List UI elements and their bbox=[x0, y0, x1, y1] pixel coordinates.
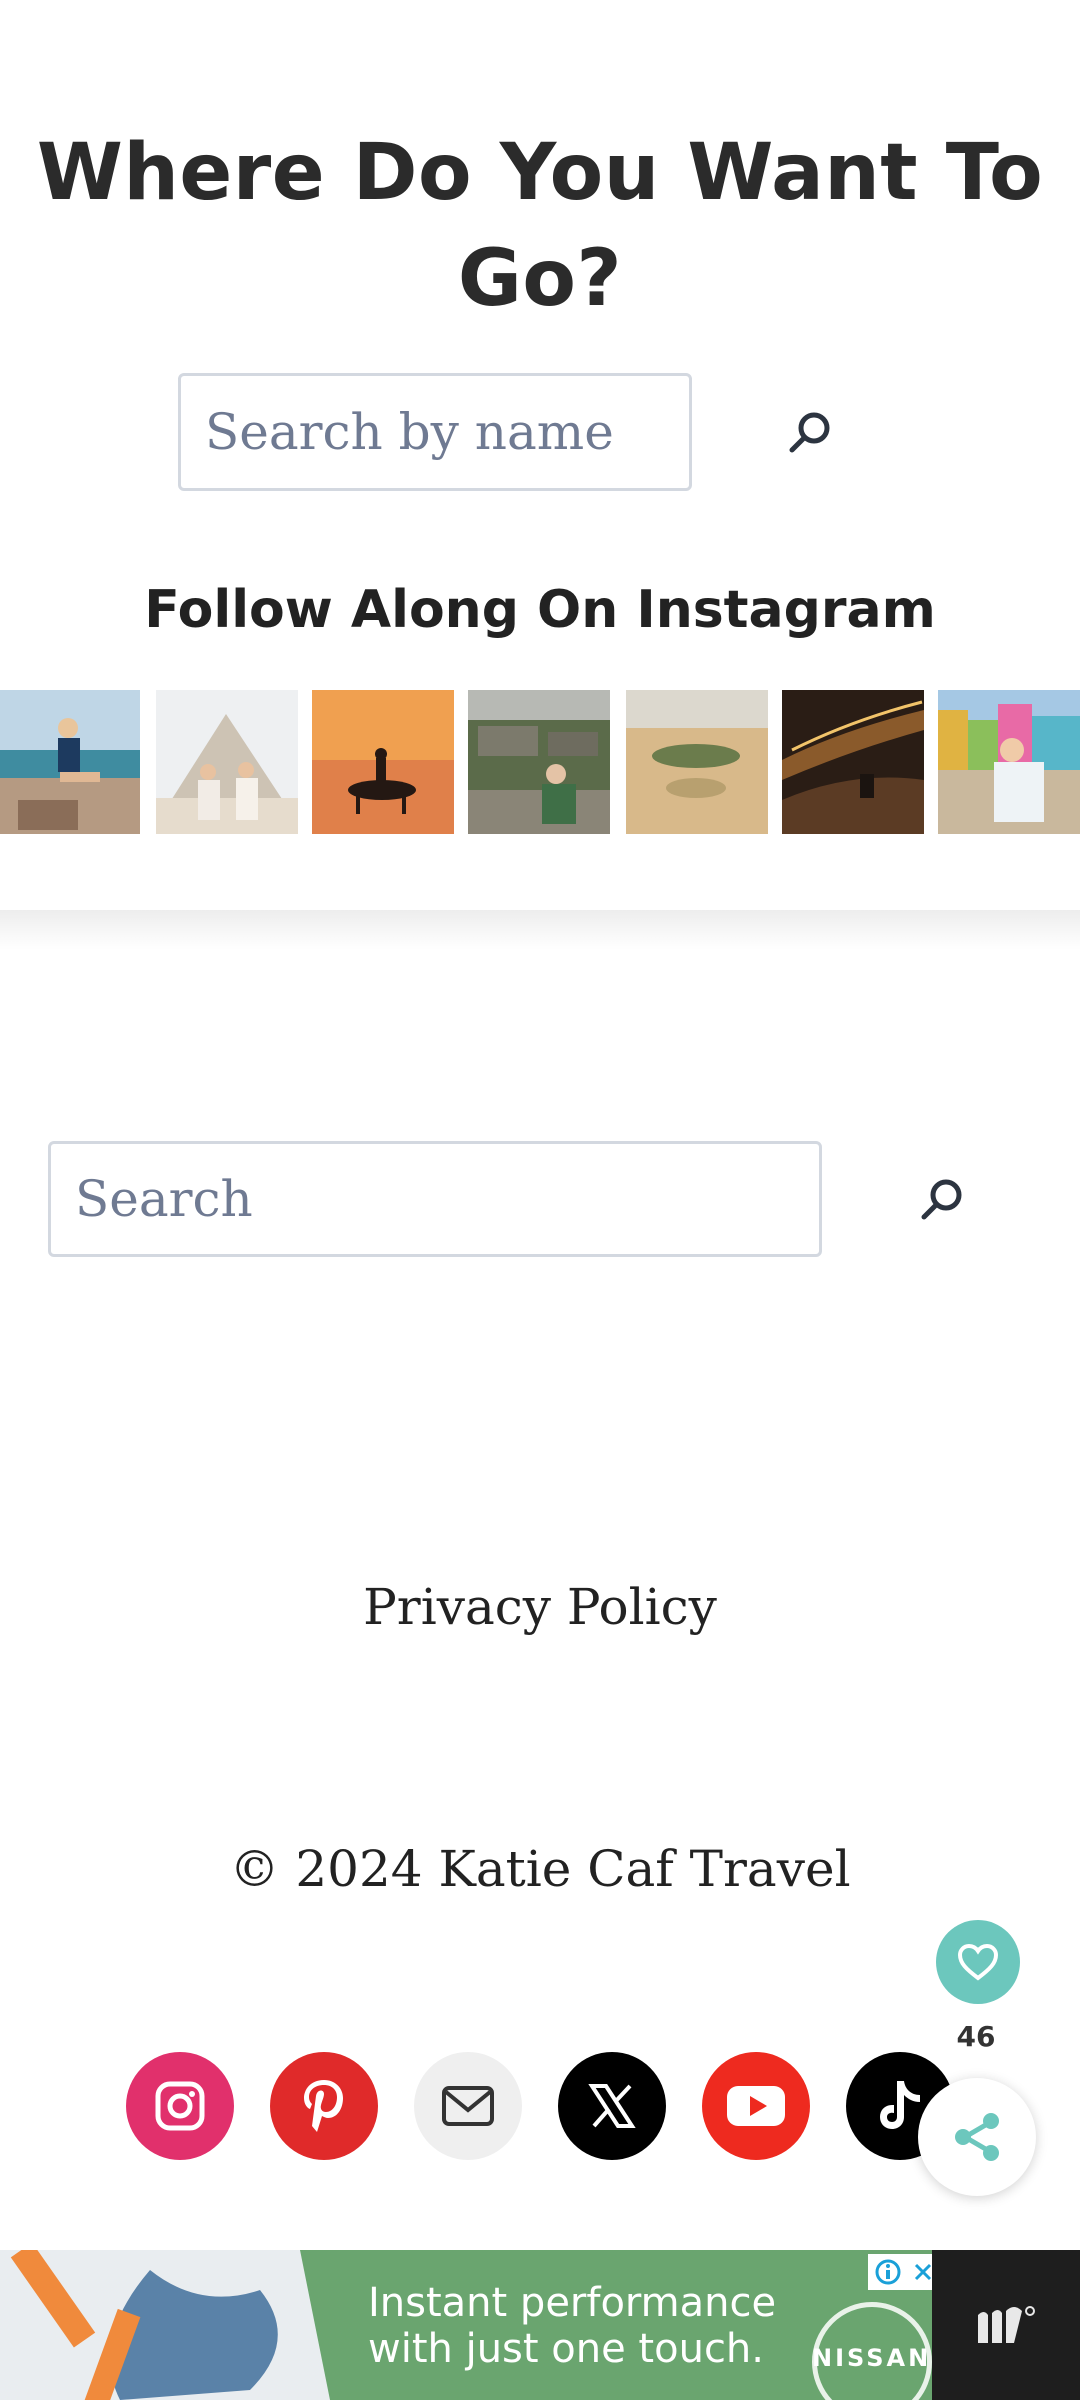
mediavine-logo-icon bbox=[978, 2306, 1035, 2343]
heart-icon bbox=[957, 1943, 999, 1981]
copyright-text: © 2024 Katie Caf Travel bbox=[229, 1840, 851, 1898]
youtube-icon bbox=[727, 2086, 785, 2126]
instagram-link[interactable] bbox=[126, 2052, 234, 2160]
privacy-policy-link[interactable]: Privacy Policy bbox=[363, 1578, 717, 1636]
instagram-photo-ruins[interactable] bbox=[468, 690, 610, 834]
x-icon bbox=[588, 2084, 636, 2128]
info-icon bbox=[875, 2259, 900, 2285]
search-icon bbox=[789, 412, 830, 453]
instagram-feed bbox=[0, 690, 1080, 834]
close-icon[interactable] bbox=[913, 2262, 933, 2282]
youtube-link[interactable] bbox=[702, 2052, 810, 2160]
ad-text-line-2: with just one touch. bbox=[368, 2326, 764, 2372]
email-icon bbox=[442, 2086, 494, 2126]
instagram-photo-desert-oasis[interactable] bbox=[626, 690, 768, 834]
destination-search-box[interactable] bbox=[178, 373, 692, 491]
share-count: 46 bbox=[956, 2020, 996, 2053]
ad-choices[interactable] bbox=[868, 2254, 938, 2290]
destination-search-button[interactable] bbox=[770, 392, 850, 472]
instagram-photo-pyramids[interactable] bbox=[156, 690, 298, 834]
ad-brand-name: NISSAN bbox=[812, 2344, 932, 2372]
favorite-button[interactable] bbox=[936, 1920, 1020, 2004]
instagram-photo-night-dunes[interactable] bbox=[782, 690, 924, 834]
page-title: Where Do You Want To Go? bbox=[36, 128, 1044, 324]
ad-network-badge[interactable] bbox=[932, 2250, 1080, 2400]
site-search-box[interactable] bbox=[48, 1141, 822, 1257]
search-icon bbox=[921, 1179, 962, 1220]
ad-headline: Instant performance with just one touch. bbox=[368, 2280, 888, 2372]
pinterest-link[interactable] bbox=[270, 2052, 378, 2160]
destination-search-input[interactable] bbox=[181, 376, 689, 488]
site-search-button[interactable] bbox=[902, 1159, 982, 1239]
instagram-heading: Follow Along On Instagram bbox=[144, 580, 936, 640]
instagram-photo-horse-sunset[interactable] bbox=[312, 690, 454, 834]
x-link[interactable] bbox=[558, 2052, 666, 2160]
ad-text-line-1: Instant performance bbox=[368, 2280, 777, 2326]
share-button[interactable] bbox=[918, 2078, 1036, 2196]
ad-artwork bbox=[0, 2250, 360, 2400]
share-icon bbox=[955, 2113, 999, 2161]
footer-links: Privacy Policy bbox=[0, 1578, 1080, 1636]
pinterest-icon bbox=[304, 2080, 343, 2132]
instagram-photo-beach-rocks[interactable] bbox=[0, 690, 140, 834]
instagram-icon bbox=[155, 2081, 205, 2131]
site-search-input[interactable] bbox=[51, 1144, 819, 1254]
email-link[interactable] bbox=[414, 2052, 522, 2160]
instagram-photo-colorful-houses[interactable] bbox=[938, 690, 1080, 834]
section-divider-shadow bbox=[0, 910, 1080, 950]
